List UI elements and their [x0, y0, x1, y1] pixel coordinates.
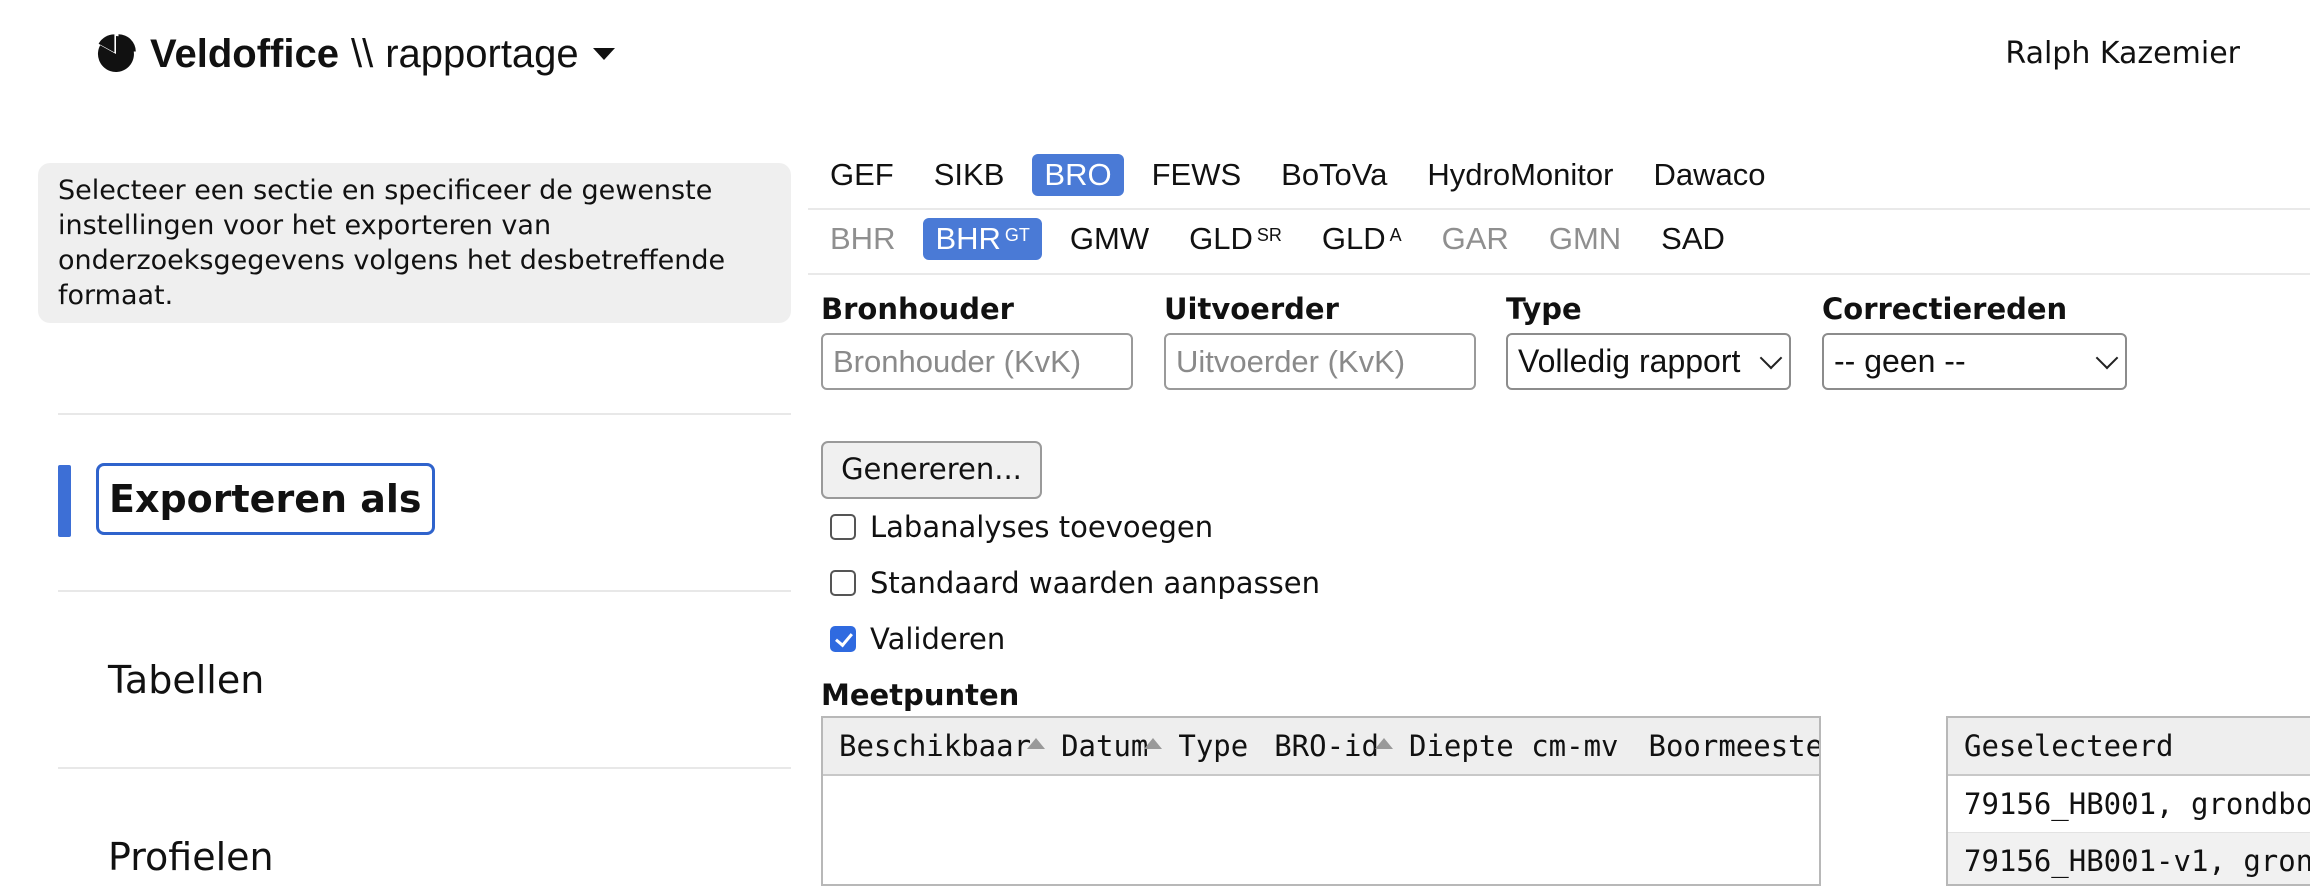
checkbox-label: Valideren	[870, 622, 1006, 656]
sidebar-item-exporteren-als[interactable]: Exporteren als	[96, 463, 435, 535]
column-header-datum[interactable]: Datum	[1045, 729, 1163, 763]
checkbox-box-checked[interactable]	[830, 626, 856, 652]
correctiereden-select[interactable]: -- geen --	[1822, 333, 2127, 390]
user-name[interactable]: Ralph Kazemier	[2000, 30, 2240, 78]
active-indicator	[58, 465, 71, 537]
tab-bro[interactable]: BRO	[1032, 154, 1124, 196]
sort-asc-icon	[1144, 737, 1163, 749]
subtab-bhr-gt[interactable]: BHR GT	[923, 218, 1042, 260]
subtab-sup: SR	[1256, 225, 1282, 245]
caret-down-icon[interactable]	[592, 48, 615, 60]
checkbox-valideren[interactable]: Valideren	[830, 622, 1005, 656]
table-header: Beschikbaar Datum Type BRO-id Diepte cm-…	[823, 718, 1819, 776]
subtab-label: GMW	[1069, 221, 1150, 256]
column-label: Boormeester	[1648, 729, 1820, 763]
breadcrumb-separator: \\	[350, 31, 374, 76]
subtab-gld-a[interactable]: GLD A	[1310, 218, 1414, 260]
subtab-gmw[interactable]: GMW	[1058, 218, 1161, 260]
column-header-type[interactable]: Type	[1162, 729, 1248, 763]
column-header-bro-id[interactable]: BRO-id	[1248, 729, 1393, 763]
column-label: Datum	[1061, 729, 1149, 763]
tab-fews[interactable]: FEWS	[1140, 154, 1254, 196]
app-brand[interactable]: Veldoffice \\ rapportage	[96, 24, 615, 84]
table-row[interactable]: 79156_HB001, grondboring	[1948, 776, 2310, 833]
correctiereden-value: -- geen --	[1834, 343, 1966, 379]
bronhouder-label: Bronhouder	[821, 292, 1014, 326]
subtab-sup: A	[1389, 225, 1402, 245]
tab-hydromonitor[interactable]: HydroMonitor	[1415, 154, 1625, 196]
sidebar-item-tabellen[interactable]: Tabellen	[108, 655, 264, 705]
checkbox-standaard-waarden[interactable]: Standaard waarden aanpassen	[830, 566, 1320, 600]
type-select[interactable]: Volledig rapport	[1506, 333, 1791, 390]
column-header-diepte[interactable]: Diepte cm-mv	[1393, 729, 1619, 763]
table-row[interactable]: 79156_HB001-v1, grondboring	[1948, 833, 2310, 884]
subtab-label: BHR	[830, 221, 896, 256]
checkbox-label: Standaard waarden aanpassen	[870, 566, 1320, 600]
subtab-gld-sr[interactable]: GLD SR	[1177, 218, 1294, 260]
column-label: Type	[1178, 729, 1249, 763]
divider	[58, 590, 791, 592]
generate-button[interactable]: Genereren...	[821, 441, 1042, 499]
uitvoerder-input[interactable]	[1164, 333, 1476, 390]
sort-asc-icon	[1027, 737, 1046, 749]
chevron-down-icon	[2095, 346, 2119, 369]
subtab-gar[interactable]: GAR	[1430, 218, 1521, 260]
correctiereden-label: Correctiereden	[1822, 292, 2068, 326]
subtab-gmn[interactable]: GMN	[1537, 218, 1633, 260]
column-label: BRO-id	[1274, 729, 1379, 763]
bronhouder-input[interactable]	[821, 333, 1133, 390]
subtab-bhr[interactable]: BHR	[818, 218, 907, 260]
sidebar-item-profielen[interactable]: Profielen	[108, 832, 274, 882]
tab-sikb[interactable]: SIKB	[922, 154, 1017, 196]
format-tabs: GEF SIKB BRO FEWS BoToVa HydroMonitor Da…	[818, 154, 1793, 196]
subtab-sad[interactable]: SAD	[1649, 218, 1737, 260]
subtab-label: GLD	[1189, 221, 1253, 256]
chevron-down-icon	[1759, 346, 1783, 369]
tab-gef[interactable]: GEF	[818, 154, 906, 196]
meetpunten-table[interactable]: Beschikbaar Datum Type BRO-id Diepte cm-…	[821, 716, 1821, 886]
column-label: Diepte cm-mv	[1408, 729, 1619, 763]
subtab-label: GMN	[1548, 221, 1622, 256]
subtab-label: GLD	[1321, 221, 1386, 256]
uitvoerder-label: Uitvoerder	[1164, 292, 1339, 326]
tab-botova[interactable]: BoToVa	[1269, 154, 1399, 196]
column-header-boormeester[interactable]: Boormeester	[1619, 729, 1820, 763]
type-label: Type	[1506, 292, 1582, 326]
tab-dawaco[interactable]: Dawaco	[1641, 154, 1777, 196]
geselecteerd-table[interactable]: Geselecteerd 79156_HB001, grondboring 79…	[1946, 716, 2310, 886]
app-name: Veldoffice	[150, 31, 339, 76]
subtab-label: GAR	[1441, 221, 1509, 256]
subtab-sup: GT	[1004, 225, 1030, 245]
divider	[58, 413, 791, 415]
section-switcher[interactable]: rapportage	[385, 32, 578, 77]
column-label: Beschikbaar	[839, 729, 1032, 763]
divider	[58, 767, 791, 769]
subtab-label: SAD	[1661, 221, 1725, 256]
checkbox-labanalyses[interactable]: Labanalyses toevoegen	[830, 510, 1213, 544]
checkbox-box[interactable]	[830, 570, 856, 596]
subtab-label: BHR	[935, 221, 1001, 256]
tab-divider	[808, 208, 2310, 210]
sort-asc-icon	[1374, 737, 1393, 749]
tab-divider	[808, 273, 2310, 275]
checkbox-label: Labanalyses toevoegen	[870, 510, 1214, 544]
column-header-beschikbaar[interactable]: Beschikbaar	[823, 729, 1046, 763]
pie-chart-icon	[97, 34, 136, 72]
table-header[interactable]: Geselecteerd	[1948, 718, 2310, 776]
type-value: Volledig rapport	[1518, 343, 1741, 379]
meetpunten-title: Meetpunten	[821, 678, 1020, 712]
bro-subtabs: BHR BHR GT GMW GLD SR GLD A GAR GMN SAD	[818, 218, 1753, 260]
info-panel: Selecteer een sectie en specificeer de g…	[38, 163, 791, 323]
checkbox-box[interactable]	[830, 514, 856, 540]
